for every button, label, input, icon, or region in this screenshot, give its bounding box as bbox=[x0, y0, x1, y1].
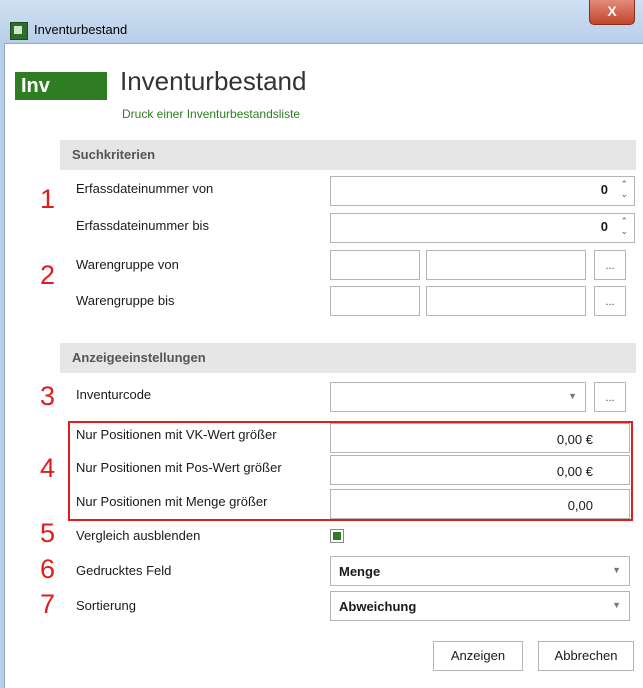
gedruckt-label: Gedrucktes Feld bbox=[76, 563, 172, 578]
section-suchkriterien: Suchkriterien bbox=[60, 140, 636, 170]
gedruckt-dropdown[interactable]: Menge ▼ bbox=[330, 556, 630, 586]
vergleich-label: Vergleich ausblenden bbox=[76, 528, 201, 543]
anzeigen-button[interactable]: Anzeigen bbox=[433, 641, 523, 671]
page-subtitle: Druck einer Inventurbestandsliste bbox=[122, 107, 301, 121]
annotation-1: 1 bbox=[40, 184, 56, 214]
pos-wert-value: 0,00 € bbox=[556, 464, 593, 479]
annotation-2: 2 bbox=[40, 260, 56, 290]
inventurcode-browse-button[interactable]: ... bbox=[594, 382, 626, 412]
erfass-von-stepper[interactable]: 0 ⌃ ⌄ bbox=[330, 176, 635, 206]
annotation-3: 3 bbox=[40, 381, 56, 411]
module-badge: Inv bbox=[15, 72, 107, 100]
sortierung-value: Abweichung bbox=[339, 599, 417, 614]
menge-input[interactable]: 0,00 bbox=[330, 489, 630, 519]
waren-von-field-2[interactable] bbox=[426, 250, 586, 280]
annotation-5: 5 bbox=[40, 518, 56, 548]
erfass-von-label: Erfassdateinummer von bbox=[76, 181, 214, 196]
annotation-7: 7 bbox=[40, 589, 56, 619]
window-title: Inventurbestand bbox=[34, 22, 128, 37]
waren-von-label: Warengruppe von bbox=[76, 257, 179, 272]
gedruckt-value: Menge bbox=[339, 564, 381, 579]
erfass-von-value: 0 bbox=[600, 182, 608, 197]
chevron-down-icon: ▼ bbox=[612, 565, 621, 575]
waren-bis-browse-button[interactable]: ... bbox=[594, 286, 626, 316]
annotation-6: 6 bbox=[40, 554, 56, 584]
waren-von-browse-button[interactable]: ... bbox=[594, 250, 626, 280]
waren-bis-field-1[interactable] bbox=[330, 286, 420, 316]
annotation-4: 4 bbox=[40, 453, 56, 483]
inventurcode-label: Inventurcode bbox=[76, 387, 152, 402]
app-icon bbox=[10, 22, 28, 40]
vk-wert-value: 0,00 € bbox=[556, 432, 593, 447]
erfass-bis-label: Erfassdateinummer bis bbox=[76, 218, 209, 233]
title-bar: Inventurbestand X bbox=[0, 0, 643, 44]
vergleich-checkbox[interactable] bbox=[330, 529, 344, 543]
waren-bis-label: Warengruppe bis bbox=[76, 293, 175, 308]
window-left-border bbox=[0, 43, 5, 688]
waren-bis-field-2[interactable] bbox=[426, 286, 586, 316]
page-title: Inventurbestand bbox=[120, 66, 307, 96]
chevron-down-icon: ▼ bbox=[568, 391, 577, 401]
vk-wert-input[interactable]: 0,00 € bbox=[330, 423, 630, 453]
spin-arrows-icon[interactable]: ⌃ ⌄ bbox=[620, 216, 628, 236]
menge-label: Nur Positionen mit Menge größer bbox=[76, 494, 268, 509]
sortierung-dropdown[interactable]: Abweichung ▼ bbox=[330, 591, 630, 621]
close-button[interactable]: X bbox=[589, 0, 635, 25]
sortierung-label: Sortierung bbox=[76, 598, 136, 613]
erfass-bis-value: 0 bbox=[600, 219, 608, 234]
pos-wert-input[interactable]: 0,00 € bbox=[330, 455, 630, 485]
section-anzeigeeinstellungen: Anzeigeeinstellungen bbox=[60, 343, 636, 373]
abbrechen-button[interactable]: Abbrechen bbox=[538, 641, 634, 671]
chevron-down-icon: ▼ bbox=[612, 600, 621, 610]
erfass-bis-stepper[interactable]: 0 ⌃ ⌄ bbox=[330, 213, 635, 243]
pos-wert-label: Nur Positionen mit Pos-Wert größer bbox=[76, 460, 282, 475]
inventurcode-dropdown[interactable]: ▼ bbox=[330, 382, 586, 412]
menge-value: 0,00 bbox=[567, 498, 593, 513]
vk-wert-label: Nur Positionen mit VK-Wert größer bbox=[76, 427, 277, 442]
waren-von-field-1[interactable] bbox=[330, 250, 420, 280]
spin-arrows-icon[interactable]: ⌃ ⌄ bbox=[620, 179, 628, 199]
